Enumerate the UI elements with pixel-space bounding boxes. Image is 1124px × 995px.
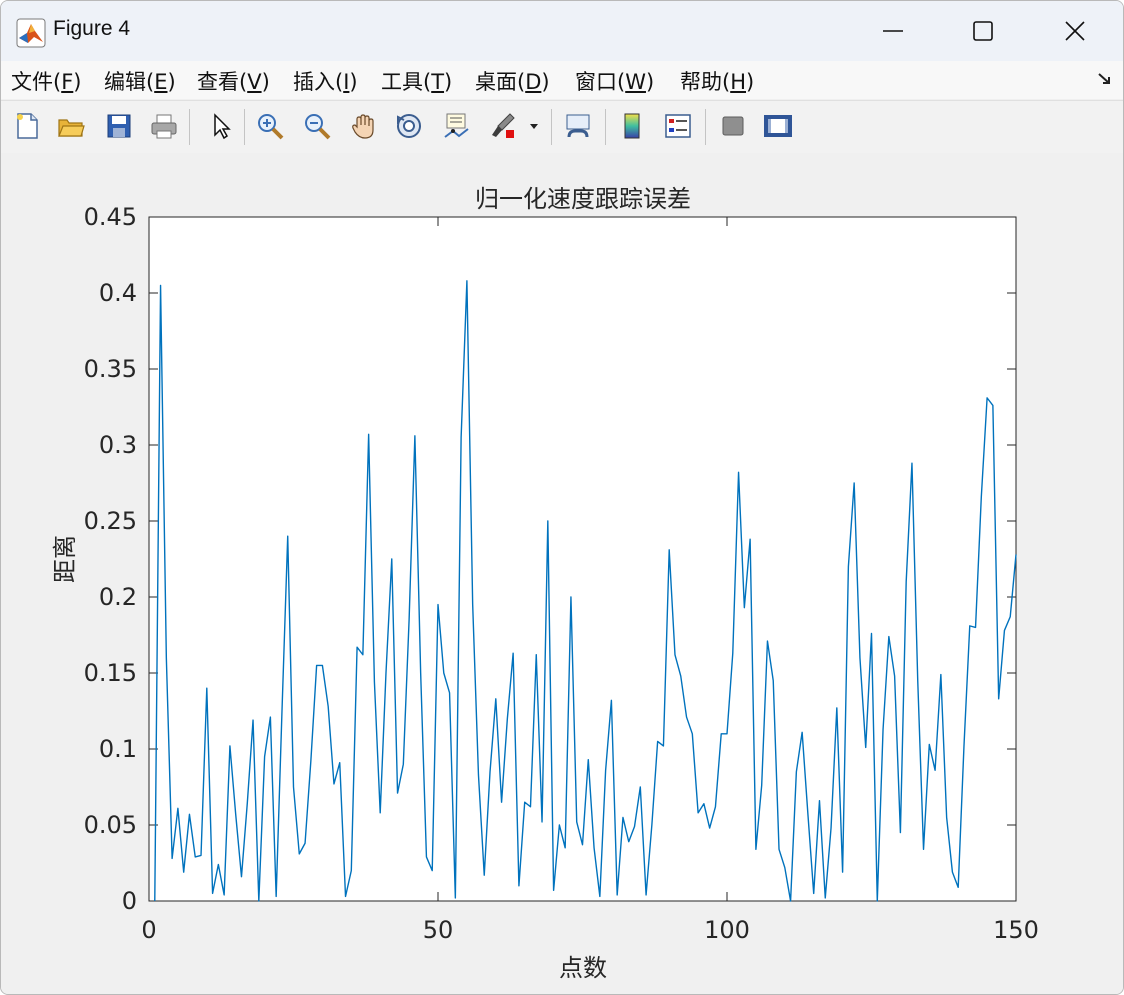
line-chart[interactable]: 0 50 100 150 0 0.05 0.1 0.15 0.2 0.25 0.3 0.35 0.4 0.… xyxy=(1,153,1123,994)
window-title: Figure 4 xyxy=(53,17,131,40)
y-axis-label: 距离 xyxy=(51,535,79,583)
insert-legend-button[interactable] xyxy=(660,108,696,144)
toolbar-separator xyxy=(605,109,606,145)
toolbar-separator xyxy=(551,109,552,145)
y-tick-label: 0.05 xyxy=(84,811,137,839)
y-tick-label: 0.45 xyxy=(84,203,137,231)
menu-view[interactable]: 查看(V) xyxy=(197,66,270,96)
edit-plot-button[interactable] xyxy=(202,108,238,144)
title-bar[interactable]: Figure 4 xyxy=(1,1,1123,61)
colorbar-icon xyxy=(624,113,640,139)
rotate-3d-button[interactable] xyxy=(391,108,427,144)
y-tick-label: 0.1 xyxy=(99,735,137,763)
close-button[interactable] xyxy=(1029,1,1121,61)
brush-dropdown-button[interactable] xyxy=(524,108,544,144)
y-tick-label: 0.25 xyxy=(84,507,137,535)
chart-title: 归一化速度跟踪误差 xyxy=(475,185,691,213)
brush-button[interactable] xyxy=(485,108,521,144)
rotate-3d-icon xyxy=(397,114,421,138)
figure-window: Figure 4 文件(F) 编辑(E) 查看(V) 插入(I) 工具(T) 桌… xyxy=(0,0,1124,995)
minimize-icon xyxy=(883,30,903,32)
chevron-down-icon xyxy=(530,124,538,129)
show-plot-tools-button[interactable] xyxy=(760,108,796,144)
x-tick-label: 100 xyxy=(704,916,750,944)
hide-plot-tools-icon xyxy=(722,116,744,136)
insert-colorbar-button[interactable] xyxy=(614,108,650,144)
brush-icon xyxy=(492,113,515,138)
data-cursor-button[interactable] xyxy=(438,108,474,144)
data-cursor-icon xyxy=(444,113,469,138)
zoom-out-icon xyxy=(305,114,331,140)
legend-icon xyxy=(665,114,691,138)
x-tick-label: 150 xyxy=(993,916,1039,944)
y-tick-label: 0.35 xyxy=(84,355,137,383)
new-figure-button[interactable] xyxy=(9,108,45,144)
dock-arrow-icon[interactable] xyxy=(1097,71,1113,87)
figure-toolbar xyxy=(1,100,1123,154)
maximize-icon xyxy=(973,21,993,41)
menu-window[interactable]: 窗口(W) xyxy=(575,66,654,96)
y-tick-label: 0.15 xyxy=(84,659,137,687)
link-plot-button[interactable] xyxy=(560,108,596,144)
y-tick-label: 0 xyxy=(122,887,137,915)
minimize-button[interactable] xyxy=(847,1,939,61)
zoom-out-button[interactable] xyxy=(299,108,335,144)
pointer-icon xyxy=(214,113,231,140)
link-plot-icon xyxy=(566,114,590,138)
toolbar-separator xyxy=(244,109,245,145)
x-tick-label: 50 xyxy=(423,916,454,944)
close-icon xyxy=(1065,21,1085,41)
save-icon xyxy=(107,114,131,138)
zoom-in-icon xyxy=(258,114,284,140)
new-file-icon xyxy=(17,113,38,139)
pan-hand-icon xyxy=(352,114,374,139)
matlab-logo-icon xyxy=(16,18,46,48)
x-tick-label: 0 xyxy=(141,916,156,944)
y-tick-label: 0.4 xyxy=(99,279,137,307)
figure-canvas: 0 50 100 150 0 0.05 0.1 0.15 0.2 0.25 0.3 0.35 0.4 0.… xyxy=(1,153,1123,994)
menu-desktop[interactable]: 桌面(D) xyxy=(475,66,550,96)
y-tick-label: 0.3 xyxy=(99,431,137,459)
open-folder-icon xyxy=(58,119,85,137)
open-file-button[interactable] xyxy=(53,108,89,144)
print-icon xyxy=(151,114,177,139)
maximize-button[interactable] xyxy=(937,1,1029,61)
hide-plot-tools-button[interactable] xyxy=(715,108,751,144)
menu-bar: 文件(F) 编辑(E) 查看(V) 插入(I) 工具(T) 桌面(D) 窗口(W… xyxy=(1,61,1123,99)
menu-tools[interactable]: 工具(T) xyxy=(381,66,452,96)
toolbar-separator xyxy=(189,109,190,145)
pan-button[interactable] xyxy=(346,108,382,144)
save-button[interactable] xyxy=(101,108,137,144)
y-tick-label: 0.2 xyxy=(99,583,137,611)
menu-edit[interactable]: 编辑(E) xyxy=(104,66,176,96)
print-button[interactable] xyxy=(146,108,182,144)
zoom-in-button[interactable] xyxy=(252,108,288,144)
x-axis-label: 点数 xyxy=(559,954,607,982)
menu-file[interactable]: 文件(F) xyxy=(11,66,82,96)
toolbar-separator xyxy=(705,109,706,145)
show-plot-tools-icon xyxy=(764,115,792,137)
menu-insert[interactable]: 插入(I) xyxy=(293,66,358,96)
menu-help[interactable]: 帮助(H) xyxy=(680,66,754,96)
